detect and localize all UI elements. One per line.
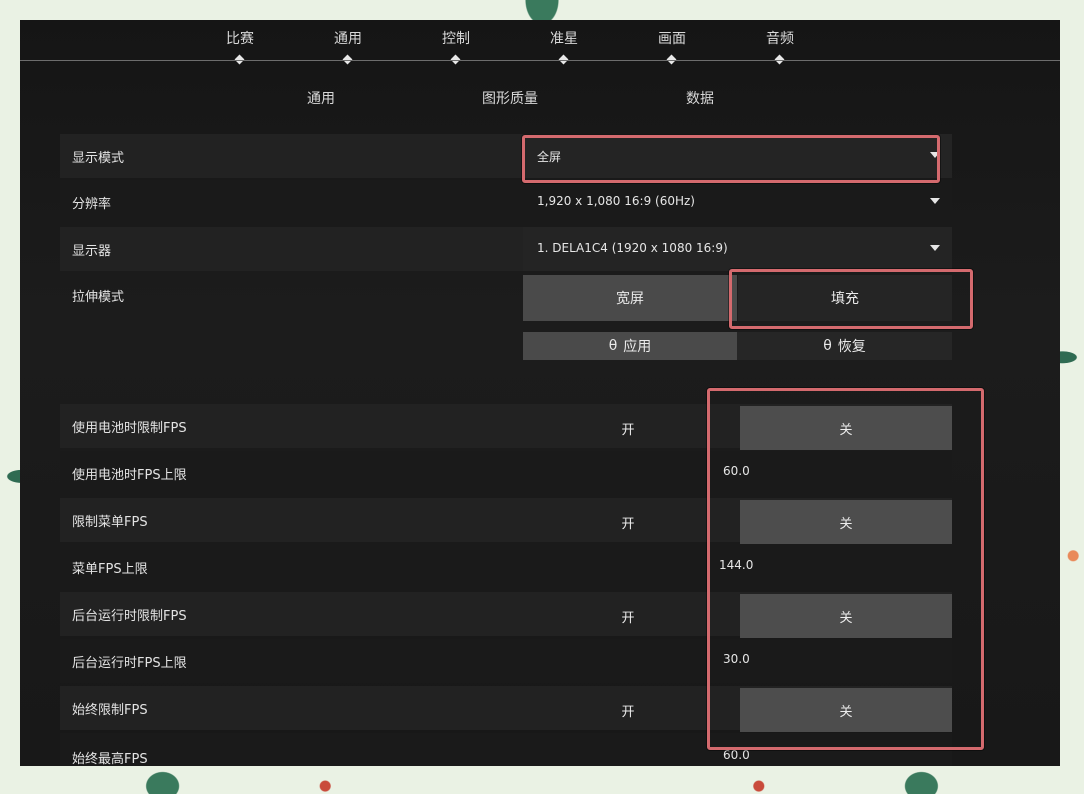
apply-label: 应用 [623, 339, 652, 355]
tab-video[interactable]: 画面 [642, 28, 702, 65]
apply-icon: θ [608, 338, 618, 354]
subtab-general[interactable]: 通用 [307, 88, 335, 108]
setting-label: 菜单FPS上限 [72, 562, 148, 577]
stretch-option-widescreen[interactable]: 宽屏 [523, 275, 737, 321]
tab-controls[interactable]: 控制 [426, 28, 486, 65]
setting-label: 使用电池时FPS上限 [72, 468, 187, 483]
restore-icon: θ [823, 338, 832, 354]
tab-label: 控制 [442, 31, 470, 47]
setting-label: 显示器 [72, 244, 112, 259]
tab-label: 音频 [766, 31, 794, 47]
setting-label: 显示模式 [72, 151, 125, 166]
tab-bar-divider [20, 60, 1060, 61]
tab-label: 画面 [658, 31, 686, 47]
tab-crosshair[interactable]: 准星 [534, 28, 594, 65]
tab-label: 比赛 [226, 31, 254, 47]
monitor-select[interactable]: 1. DELA1C4 (1920 x 1080 16:9) [523, 227, 952, 271]
select-value: 1. DELA1C4 (1920 x 1080 16:9) [537, 241, 728, 255]
tab-audio[interactable]: 音频 [750, 28, 810, 65]
fps-value-field[interactable]: 60.0 [723, 748, 750, 762]
tab-label: 准星 [550, 31, 578, 47]
chevron-down-icon [930, 245, 940, 251]
setting-label: 拉伸模式 [72, 290, 125, 305]
highlight-box-fill [729, 269, 973, 329]
setting-label: 限制菜单FPS [72, 515, 148, 530]
chevron-down-icon [930, 198, 940, 204]
setting-row-resolution: 分辨率 1,920 x 1,080 16:9 (60Hz) [60, 180, 952, 224]
setting-label: 始终限制FPS [72, 703, 148, 718]
toggle-on-option[interactable]: 开 [523, 406, 733, 450]
apply-button[interactable]: θ 应用 [523, 332, 737, 360]
top-tab-bar: 比赛 通用 控制 准星 画面 音频 [20, 20, 1060, 65]
subtab-graphics-quality[interactable]: 图形质量 [482, 88, 538, 108]
restore-button[interactable]: θ 恢复 [737, 332, 952, 360]
select-value: 1,920 x 1,080 16:9 (60Hz) [537, 194, 695, 208]
game-settings-screen: 比赛 通用 控制 准星 画面 音频 通用 图形质量 数据 显示模式 全屏 分辨率… [20, 20, 1060, 766]
toggle-on-option[interactable]: 开 [523, 688, 733, 732]
highlight-box-fps-off [707, 388, 984, 750]
toggle-on-option[interactable]: 开 [523, 594, 733, 638]
setting-label: 分辨率 [72, 197, 112, 212]
toggle-on-option[interactable]: 开 [523, 500, 733, 544]
resolution-select[interactable]: 1,920 x 1,080 16:9 (60Hz) [523, 180, 952, 224]
tab-match[interactable]: 比赛 [210, 28, 270, 65]
restore-label: 恢复 [837, 339, 866, 355]
setting-label: 使用电池时限制FPS [72, 421, 187, 436]
setting-row-monitor: 显示器 1. DELA1C4 (1920 x 1080 16:9) [60, 227, 952, 271]
setting-label: 后台运行时限制FPS [72, 609, 187, 624]
highlight-box-display-mode [522, 135, 940, 183]
subtab-stats[interactable]: 数据 [686, 88, 714, 108]
setting-label: 后台运行时FPS上限 [72, 656, 187, 671]
tab-label: 通用 [334, 31, 362, 47]
tab-general[interactable]: 通用 [318, 28, 378, 65]
setting-label: 始终最高FPS [72, 752, 148, 766]
